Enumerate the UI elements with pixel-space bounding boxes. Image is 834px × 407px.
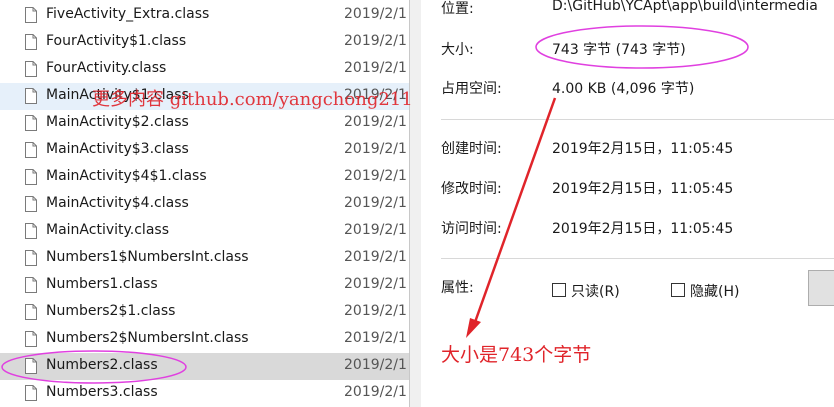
file-name: FiveActivity_Extra.class <box>46 6 210 22</box>
file-icon <box>25 277 37 293</box>
location-value: D:\GitHub\YCApt\app\build\intermedia <box>552 0 818 14</box>
file-date: 2019/2/1 <box>344 6 407 22</box>
file-icon <box>25 61 37 77</box>
file-icon <box>25 34 37 50</box>
file-icon <box>25 88 37 104</box>
created-label: 创建时间: <box>441 141 502 157</box>
accessed-label: 访问时间: <box>441 221 502 237</box>
file-icon <box>25 304 37 320</box>
file-icon <box>25 223 37 239</box>
file-icon <box>25 142 37 158</box>
file-name: MainActivity$4$1.class <box>46 168 207 184</box>
file-icon <box>25 7 37 23</box>
size-value: 743 字节 (743 字节) <box>552 42 686 58</box>
file-row[interactable]: Numbers1.class 2019/2/1 <box>0 272 410 299</box>
file-name: Numbers2.class <box>46 357 158 373</box>
size-annotation-text: 大小是743个字节 <box>441 344 592 366</box>
file-name: Numbers1$NumbersInt.class <box>46 249 249 265</box>
modified-value: 2019年2月15日，11:05:45 <box>552 181 734 197</box>
file-icon <box>25 250 37 266</box>
file-row[interactable]: Numbers1$NumbersInt.class 2019/2/1 <box>0 245 410 272</box>
file-name: Numbers2$1.class <box>46 303 176 319</box>
file-date: 2019/2/1 <box>344 114 407 130</box>
readonly-checkbox[interactable] <box>552 283 566 297</box>
file-date: 2019/2/1 <box>344 384 407 400</box>
size-label: 大小: <box>441 42 474 58</box>
file-date: 2019/2/1 <box>344 303 407 319</box>
hidden-label[interactable]: 隐藏(H) <box>690 281 739 301</box>
watermark-text: 更多内容 github.com/yangchong211 <box>92 89 413 110</box>
file-name: Numbers3.class <box>46 384 158 400</box>
file-icon <box>25 196 37 212</box>
file-icon <box>25 385 37 401</box>
file-date: 2019/2/1 <box>344 330 407 346</box>
file-row[interactable]: FourActivity$1.class 2019/2/1 <box>0 29 410 56</box>
file-row[interactable]: FourActivity.class 2019/2/1 <box>0 56 410 83</box>
file-icon <box>25 115 37 131</box>
size-on-disk-value: 4.00 KB (4,096 字节) <box>552 81 695 97</box>
file-row[interactable]: MainActivity.class 2019/2/1 <box>0 218 410 245</box>
dialog-edge <box>410 0 421 407</box>
modified-label: 修改时间: <box>441 181 502 197</box>
file-icon <box>25 331 37 347</box>
file-name: Numbers1.class <box>46 276 158 292</box>
file-date: 2019/2/1 <box>344 195 407 211</box>
separator <box>441 119 834 120</box>
hidden-checkbox[interactable] <box>671 283 685 297</box>
file-row[interactable]: MainActivity$3.class 2019/2/1 <box>0 137 410 164</box>
advanced-button[interactable] <box>808 270 834 306</box>
file-row[interactable]: Numbers2.class 2019/2/1 <box>0 353 410 380</box>
file-row[interactable]: Numbers2$1.class 2019/2/1 <box>0 299 410 326</box>
file-date: 2019/2/1 <box>344 33 407 49</box>
file-name: MainActivity.class <box>46 222 169 238</box>
file-name: MainActivity$2.class <box>46 114 189 130</box>
file-date: 2019/2/1 <box>344 249 407 265</box>
created-value: 2019年2月15日，11:05:45 <box>552 141 734 157</box>
file-row[interactable]: MainActivity$4.class 2019/2/1 <box>0 191 410 218</box>
file-icon <box>25 358 37 374</box>
file-date: 2019/2/1 <box>344 168 407 184</box>
size-on-disk-label: 占用空间: <box>441 81 502 97</box>
location-label: 位置: <box>441 1 474 17</box>
file-row[interactable]: MainActivity$4$1.class 2019/2/1 <box>0 164 410 191</box>
file-row[interactable]: FiveActivity_Extra.class 2019/2/1 <box>0 2 410 29</box>
file-name: Numbers2$NumbersInt.class <box>46 330 249 346</box>
file-name: MainActivity$3.class <box>46 141 189 157</box>
file-name: FourActivity$1.class <box>46 33 187 49</box>
file-date: 2019/2/1 <box>344 357 407 373</box>
file-name: FourActivity.class <box>46 60 167 76</box>
file-list-pane: FiveActivity_Extra.class 2019/2/1 FourActi… <box>0 0 410 407</box>
file-name: MainActivity$4.class <box>46 195 189 211</box>
readonly-label[interactable]: 只读(R) <box>571 281 620 301</box>
file-date: 2019/2/1 <box>344 222 407 238</box>
file-row[interactable]: Numbers2$NumbersInt.class 2019/2/1 <box>0 326 410 353</box>
file-icon <box>25 169 37 185</box>
accessed-value: 2019年2月15日，11:05:45 <box>552 221 734 237</box>
separator <box>441 258 834 259</box>
file-date: 2019/2/1 <box>344 141 407 157</box>
file-row[interactable]: MainActivity$2.class 2019/2/1 <box>0 110 410 137</box>
file-row[interactable]: Numbers3.class 2019/2/1 <box>0 380 410 407</box>
file-date: 2019/2/1 <box>344 60 407 76</box>
attributes-label: 属性: <box>441 280 474 296</box>
file-date: 2019/2/1 <box>344 276 407 292</box>
